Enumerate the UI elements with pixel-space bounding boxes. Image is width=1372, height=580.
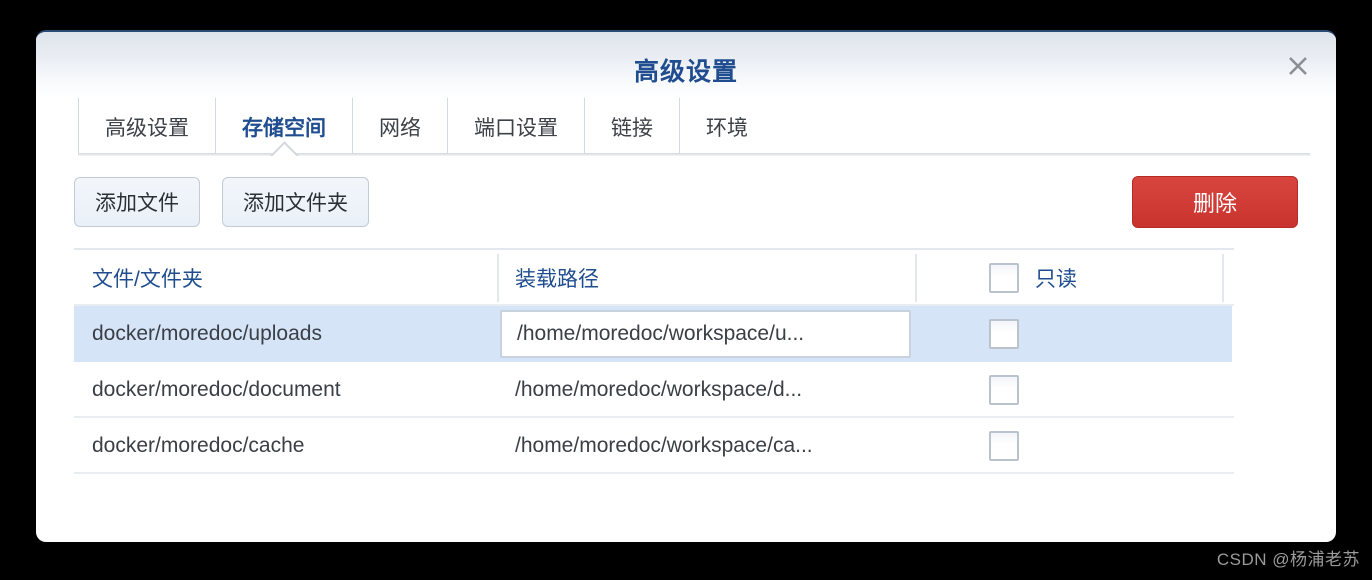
row-readonly-cell <box>920 319 1226 349</box>
row-path-cell: /home/moredoc/workspace/u... <box>497 310 920 358</box>
tab-label: 链接 <box>611 117 653 140</box>
column-header-path[interactable]: 装载路径 <box>497 263 920 293</box>
advanced-settings-dialog: 高级设置 高级设置 存储空间 网络 端口设置 链接 环境 添加文件 添加文件夹 … <box>36 30 1336 542</box>
column-divider <box>497 254 499 302</box>
mount-path-input[interactable]: /home/moredoc/workspace/u... <box>500 310 911 358</box>
tab-label: 存储空间 <box>242 117 326 140</box>
page-title: 高级设置 <box>633 58 738 86</box>
active-tab-caret <box>269 140 299 156</box>
tab-advanced-settings[interactable]: 高级设置 <box>78 98 215 156</box>
column-divider <box>1222 254 1224 302</box>
tab-label: 网络 <box>379 117 421 140</box>
tab-bar: 高级设置 存储空间 网络 端口设置 链接 环境 <box>36 98 1336 156</box>
row-name: docker/moredoc/cache <box>92 434 305 457</box>
readonly-checkbox[interactable] <box>989 375 1019 405</box>
row-divider <box>74 472 1234 474</box>
tab-label: 环境 <box>706 117 748 140</box>
tab-network[interactable]: 网络 <box>352 98 447 156</box>
storage-toolbar: 添加文件 添加文件夹 删除 <box>74 156 1298 248</box>
row-name: docker/moredoc/uploads <box>92 322 322 345</box>
add-folder-button[interactable]: 添加文件夹 <box>222 177 369 227</box>
select-all-checkbox[interactable] <box>989 263 1019 293</box>
readonly-checkbox[interactable] <box>989 431 1019 461</box>
column-header-name[interactable]: 文件/文件夹 <box>74 263 497 293</box>
delete-button[interactable]: 删除 <box>1132 176 1298 228</box>
row-readonly-cell <box>920 375 1226 405</box>
row-name: docker/moredoc/document <box>92 378 341 401</box>
add-file-button[interactable]: 添加文件 <box>74 177 200 227</box>
close-icon[interactable] <box>1278 46 1318 86</box>
mount-points-table: 文件/文件夹 装载路径 只读 docker/moredoc/uploads /h… <box>74 248 1234 474</box>
tab-label: 端口设置 <box>474 117 558 140</box>
tab-label: 高级设置 <box>105 117 189 140</box>
row-path[interactable]: /home/moredoc/workspace/ca... <box>497 434 920 458</box>
tab-links[interactable]: 链接 <box>584 98 679 156</box>
table-row[interactable]: docker/moredoc/uploads /home/moredoc/wor… <box>74 306 1232 362</box>
row-path[interactable]: /home/moredoc/workspace/d... <box>497 378 920 402</box>
table-header-row: 文件/文件夹 装载路径 只读 <box>74 250 1234 306</box>
row-readonly-cell <box>920 431 1226 461</box>
readonly-checkbox[interactable] <box>989 319 1019 349</box>
watermark: CSDN @杨浦老苏 <box>1216 550 1360 569</box>
table-row[interactable]: docker/moredoc/document /home/moredoc/wo… <box>74 362 1234 418</box>
dialog-body: 添加文件 添加文件夹 删除 文件/文件夹 装载路径 只读 docker/more… <box>36 156 1336 474</box>
column-header-readonly: 只读 <box>920 263 1226 293</box>
dialog-titlebar: 高级设置 <box>36 32 1336 98</box>
table-row[interactable]: docker/moredoc/cache /home/moredoc/works… <box>74 418 1234 474</box>
tab-port-settings[interactable]: 端口设置 <box>447 98 584 156</box>
column-divider <box>915 254 917 302</box>
column-header-readonly-label: 只读 <box>1035 268 1077 291</box>
tab-environment[interactable]: 环境 <box>679 98 774 156</box>
